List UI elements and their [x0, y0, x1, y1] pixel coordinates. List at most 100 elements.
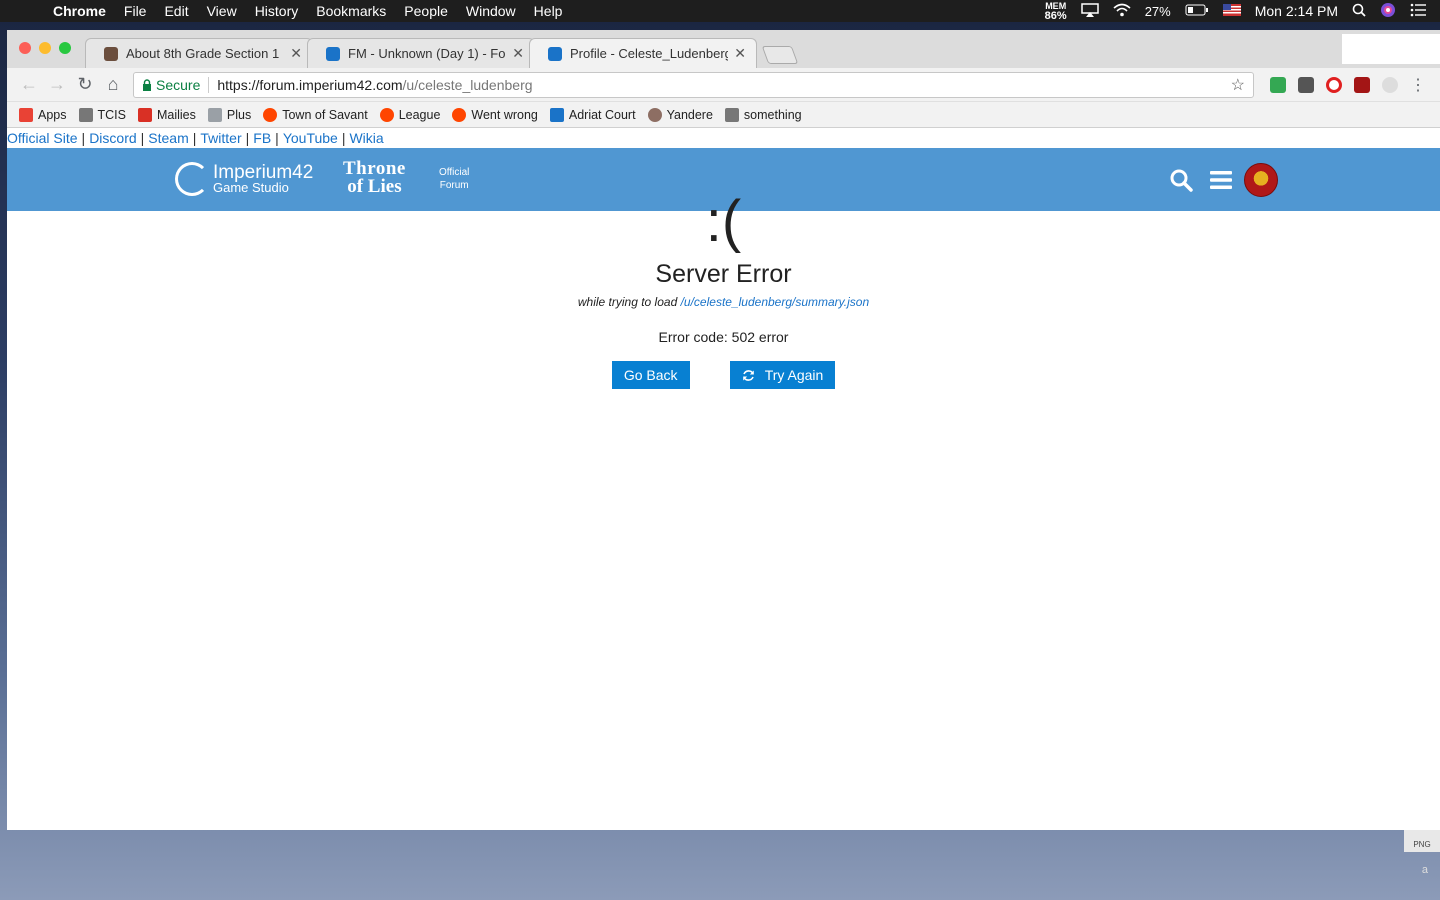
chrome-menu-icon[interactable]: ⋮ [1404, 75, 1432, 95]
tab-about-8th-grade[interactable]: About 8th Grade Section 1 ✕ [85, 38, 313, 68]
address-bar[interactable]: Secure https://forum.imperium42.com /u/c… [133, 71, 1254, 98]
link-wikia[interactable]: Wikia [349, 130, 383, 146]
error-actions: Go Back Try Again [7, 361, 1440, 389]
opera-extension-icon[interactable] [1326, 76, 1342, 93]
reddit-icon [452, 107, 467, 122]
menu-edit[interactable]: Edit [155, 3, 197, 19]
film-extension-icon[interactable] [1298, 76, 1314, 93]
official-forum-label: Official Forum [439, 166, 469, 192]
bookmark-label: something [743, 107, 802, 122]
bookmark-league[interactable]: League [379, 107, 441, 122]
new-tab-button[interactable] [761, 46, 799, 64]
bookmark-went-wrong[interactable]: Went wrong [452, 107, 538, 122]
bookmark-star-icon[interactable]: ☆ [1231, 75, 1245, 95]
close-tab-icon[interactable]: ✕ [512, 45, 524, 62]
link-separator: | [245, 130, 250, 146]
link-fb[interactable]: FB [253, 130, 271, 146]
mac-menu-bar: Chrome File Edit View History Bookmarks … [0, 0, 1440, 22]
bookmark-apps[interactable]: Apps [19, 107, 67, 122]
gmail-icon [137, 107, 152, 122]
bookmark-town-of-savant[interactable]: Town of Savant [263, 107, 368, 122]
page-content: Official Site | Discord | Steam | Twitter | … [7, 128, 1440, 830]
link-steam[interactable]: Steam [148, 130, 188, 146]
memory-indicator[interactable]: MEM 86% [1045, 1, 1067, 21]
extension-icon[interactable] [1382, 76, 1398, 93]
us-flag-icon[interactable] [1222, 3, 1241, 19]
bookmark-label: TCIS [97, 107, 126, 122]
close-window-button[interactable] [19, 42, 31, 54]
bookmark-something[interactable]: something [724, 107, 802, 122]
bookmark-label: Yandere [666, 107, 713, 122]
bookmark-yandere[interactable]: Yandere [647, 107, 713, 122]
menu-view[interactable]: View [198, 3, 246, 19]
notification-center-icon[interactable] [1410, 3, 1426, 20]
tab-title: Profile - Celeste_Ludenberg - I [570, 46, 729, 61]
bookmark-tcis[interactable]: TCIS [78, 107, 126, 122]
error-sub-prefix: while trying to load [577, 295, 678, 309]
battery-icon[interactable] [1185, 3, 1209, 19]
menu-help[interactable]: Help [525, 3, 572, 19]
clock[interactable]: Mon 2:14 PM [1255, 3, 1338, 19]
zoom-window-button[interactable] [59, 42, 71, 54]
bookmark-label: Town of Savant [282, 107, 368, 122]
ublock-extension-icon[interactable] [1354, 76, 1370, 93]
link-official-site[interactable]: Official Site [7, 130, 78, 146]
close-tab-icon[interactable]: ✕ [290, 45, 302, 62]
bookmark-label: Went wrong [471, 107, 538, 122]
bookmark-label: Adriat Court [568, 107, 636, 122]
tab-strip: About 8th Grade Section 1 ✕ FM - Unknown… [7, 30, 1440, 68]
tab-title: FM - Unknown (Day 1) - Forum [348, 46, 506, 61]
bookmark-label: League [398, 107, 441, 122]
profile-area[interactable] [1342, 34, 1440, 64]
bookmark-label: Mailies [156, 107, 196, 122]
search-icon[interactable] [1169, 168, 1193, 192]
error-subtitle: while trying to load /u/celeste_ludenber… [7, 295, 1440, 309]
try-again-button[interactable]: Try Again [729, 361, 836, 389]
bookmark-mailies[interactable]: Mailies [137, 107, 196, 122]
folder-icon [724, 107, 739, 122]
error-title: Server Error [655, 260, 792, 288]
airplay-icon[interactable] [1080, 2, 1099, 20]
home-icon[interactable]: ⌂ [99, 74, 127, 95]
top-links: Official Site | Discord | Steam | Twitter | … [7, 128, 1440, 148]
spotlight-search-icon[interactable] [1352, 3, 1366, 20]
menu-window[interactable]: Window [457, 3, 525, 19]
forward-arrow-icon[interactable]: → [43, 74, 71, 95]
menu-people[interactable]: People [395, 3, 457, 19]
browser-toolbar: ← → ↻ ⌂ Secure https://forum.imperium42.… [7, 68, 1440, 102]
siri-icon[interactable] [1380, 2, 1396, 21]
link-discord[interactable]: Discord [89, 130, 136, 146]
go-back-button[interactable]: Go Back [611, 361, 690, 389]
status-area: MEM 86% 27% Mon 2:14 PM [1045, 1, 1440, 21]
reddit-icon [379, 107, 394, 122]
hamburger-menu-icon[interactable] [1210, 170, 1232, 190]
link-separator: | [275, 130, 279, 146]
link-twitter[interactable]: Twitter [200, 130, 241, 146]
minimize-window-button[interactable] [39, 42, 51, 54]
link-youtube[interactable]: YouTube [283, 130, 338, 146]
menu-bookmarks[interactable]: Bookmarks [307, 3, 395, 19]
sad-face: :( [705, 189, 742, 254]
bookmark-label: Apps [38, 107, 67, 122]
error-resource-link[interactable]: /u/celeste_ludenberg/summary.json [681, 295, 870, 309]
tab-fm-unknown[interactable]: FM - Unknown (Day 1) - Forum ✕ [307, 38, 535, 68]
reload-icon[interactable]: ↻ [71, 74, 99, 95]
tab-profile-celeste[interactable]: Profile - Celeste_Ludenberg - I ✕ [529, 38, 757, 68]
reddit-icon [263, 107, 278, 122]
menu-history[interactable]: History [246, 3, 308, 19]
close-tab-icon[interactable]: ✕ [734, 45, 746, 62]
battery-percent: 27% [1144, 3, 1171, 19]
refresh-icon [742, 369, 754, 381]
google-classroom-extension-icon[interactable] [1270, 76, 1286, 93]
secure-label: Secure [156, 76, 201, 93]
menu-app-name[interactable]: Chrome [44, 3, 115, 19]
menu-file[interactable]: File [115, 3, 156, 19]
wifi-icon[interactable] [1113, 3, 1131, 20]
back-arrow-icon[interactable]: ← [15, 74, 43, 95]
error-panel: :( Server Error while trying to load /u/… [7, 190, 1440, 389]
bookmark-plus[interactable]: Plus [207, 107, 251, 122]
desktop-file-badge[interactable]: PNG [1404, 830, 1440, 852]
bookmark-adriat-court[interactable]: Adriat Court [549, 107, 636, 122]
secure-indicator[interactable]: Secure [142, 76, 210, 93]
doc-icon [207, 107, 222, 122]
